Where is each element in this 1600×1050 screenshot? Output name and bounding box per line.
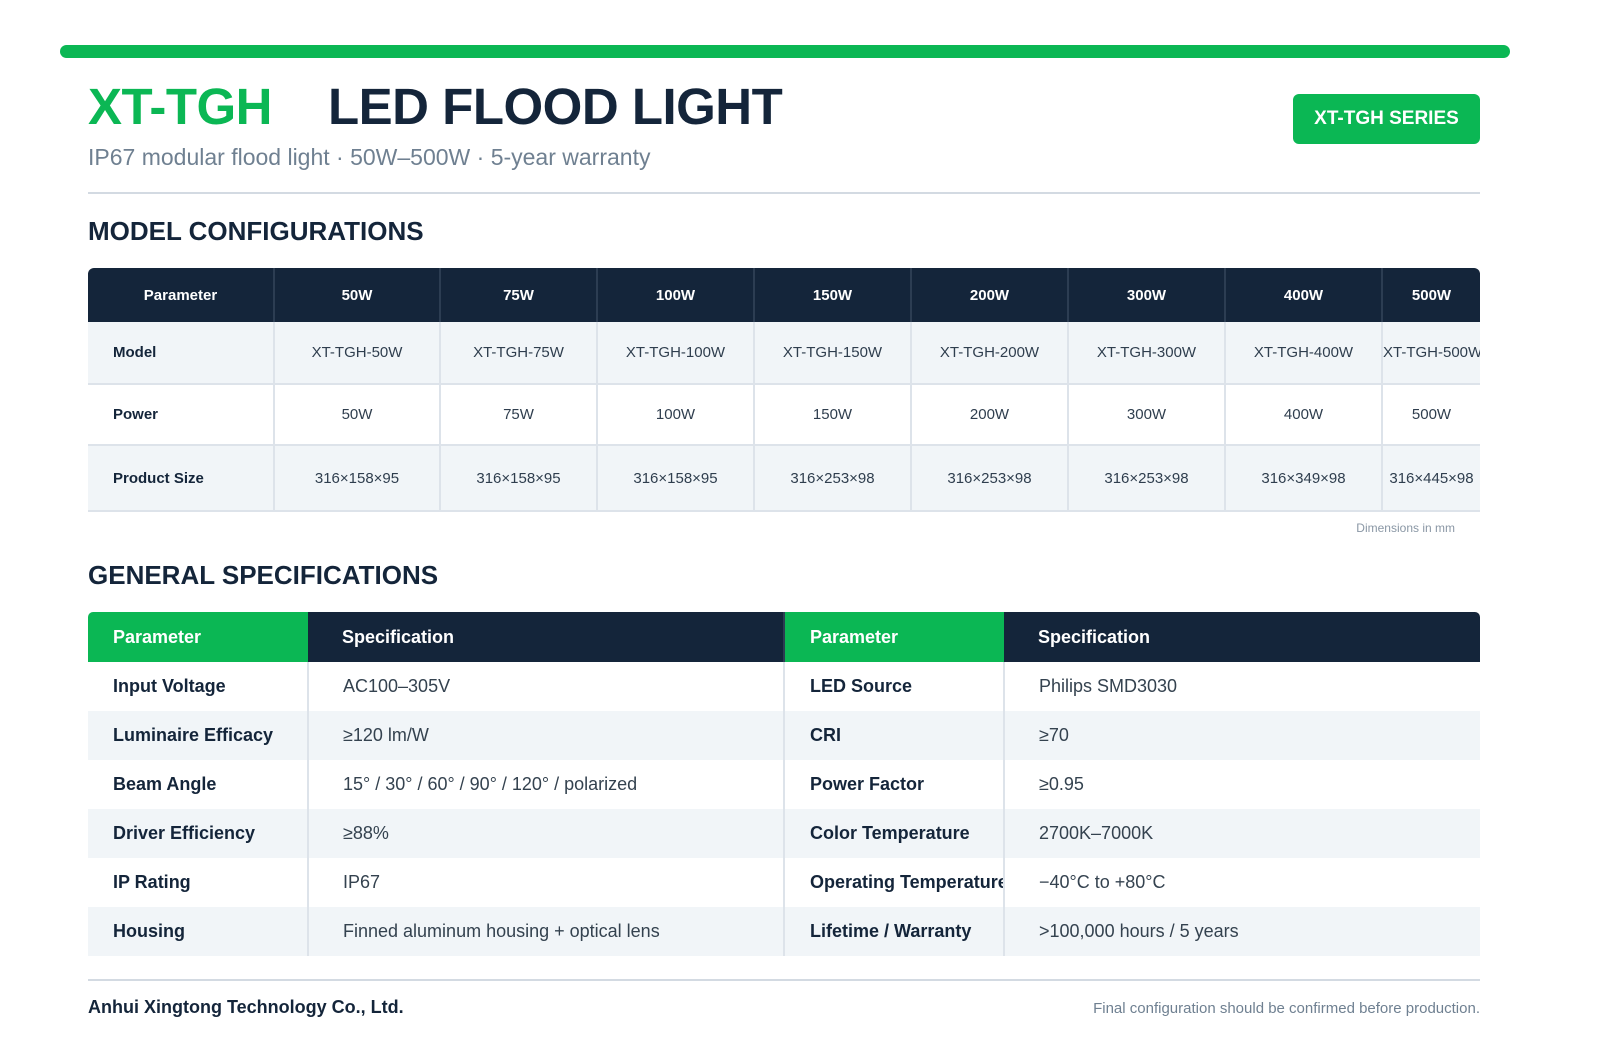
param-cell: CRI <box>783 711 1004 760</box>
column-header: 500W <box>1382 268 1480 322</box>
param-cell: Luminaire Efficacy <box>88 711 308 760</box>
table-row: Beam Angle 15° / 30° / 60° / 90° / 120° … <box>88 760 1480 809</box>
general-section-title: GENERAL SPECIFICATIONS <box>88 560 439 590</box>
param-cell: Housing <box>88 907 308 956</box>
company-name: Anhui Xingtong Technology Co., Ltd. <box>88 997 404 1017</box>
table-cell: 316×253×98 <box>1068 445 1226 512</box>
column-header: Specification <box>1004 612 1480 662</box>
table-cell: 316×158×95 <box>274 445 441 512</box>
table-row: Luminaire Efficacy ≥120 lm/W CRI ≥70 <box>88 711 1480 760</box>
table-row: Driver Efficiency ≥88% Color Temperature… <box>88 809 1480 858</box>
table-cell: 316×349×98 <box>1225 445 1383 512</box>
spec-cell: ≥70 <box>1003 711 1480 760</box>
row-label: Product Size <box>88 445 275 512</box>
spec-cell: 15° / 30° / 60° / 90° / 120° / polarized <box>307 760 784 809</box>
spec-cell: >100,000 hours / 5 years <box>1003 907 1480 956</box>
param-cell: Lifetime / Warranty <box>783 907 1004 956</box>
param-cell: Operating Temperature <box>783 858 1004 907</box>
table-row: Housing Finned aluminum housing + optica… <box>88 907 1480 956</box>
general-specs-table: Parameter Specification Parameter Specif… <box>88 612 1480 956</box>
spec-cell: Finned aluminum housing + optical lens <box>307 907 784 956</box>
spec-cell: ≥88% <box>307 809 784 858</box>
spec-cell: 2700K–7000K <box>1003 809 1480 858</box>
column-header: Specification <box>308 612 784 662</box>
model-table-header: Parameter 50W 75W 100W 150W 200W 300W 40… <box>88 268 1480 322</box>
table-cell: 316×158×95 <box>597 445 755 512</box>
model-config-table: Parameter 50W 75W 100W 150W 200W 300W 40… <box>88 268 1480 512</box>
param-cell: LED Source <box>783 662 1004 711</box>
spec-cell: ≥120 lm/W <box>307 711 784 760</box>
table-cell: 316×158×95 <box>440 445 598 512</box>
row-label: Model <box>88 322 275 385</box>
table-cell: 316×445×98 <box>1382 445 1480 512</box>
page-header: XT-TGH LED FLOOD LIGHT IP67 modular flood… <box>88 78 1480 194</box>
table-row: Model XT-TGH-50W XT-TGH-75W XT-TGH-100W … <box>88 322 1480 385</box>
column-header: 300W <box>1068 268 1226 322</box>
table-cell: 300W <box>1068 384 1226 446</box>
table-row: Power 50W 75W 100W 150W 200W 300W 400W 5… <box>88 384 1480 446</box>
table-row: Input Voltage AC100–305V LED Source Phil… <box>88 662 1480 711</box>
footer-disclaimer: Final configuration should be confirmed … <box>1093 1000 1480 1017</box>
column-header: Parameter <box>783 612 1004 662</box>
param-cell: Driver Efficiency <box>88 809 308 858</box>
spec-cell: Philips SMD3030 <box>1003 662 1480 711</box>
table-cell: 150W <box>754 384 912 446</box>
spec-cell: ≥0.95 <box>1003 760 1480 809</box>
top-accent-bar <box>60 45 1510 58</box>
table-cell: XT-TGH-150W <box>754 322 912 385</box>
table-cell: 400W <box>1225 384 1383 446</box>
model-section-title: MODEL CONFIGURATIONS <box>88 216 424 246</box>
spec-cell: −40°C to +80°C <box>1003 858 1480 907</box>
table-row: Product Size 316×158×95 316×158×95 316×1… <box>88 445 1480 512</box>
param-cell: IP Rating <box>88 858 308 907</box>
specs-table-header: Parameter Specification Parameter Specif… <box>88 612 1480 662</box>
table-row: IP Rating IP67 Operating Temperature −40… <box>88 858 1480 907</box>
param-cell: Power Factor <box>783 760 1004 809</box>
page-subtitle: IP67 modular flood light · 50W–500W · 5-… <box>88 144 651 170</box>
row-label: Power <box>88 384 275 446</box>
table-cell: 316×253×98 <box>911 445 1069 512</box>
brand-name: XT-TGH <box>88 78 273 135</box>
table-cell: 50W <box>274 384 441 446</box>
param-cell: Input Voltage <box>88 662 308 711</box>
spec-cell: IP67 <box>307 858 784 907</box>
column-header: 50W <box>274 268 441 322</box>
param-cell: Beam Angle <box>88 760 308 809</box>
table-cell: XT-TGH-200W <box>911 322 1069 385</box>
table-cell: 200W <box>911 384 1069 446</box>
spec-cell: AC100–305V <box>307 662 784 711</box>
table-cell: 500W <box>1382 384 1480 446</box>
page-title: XT-TGH LED FLOOD LIGHT <box>88 78 1480 136</box>
column-header: Parameter <box>88 268 275 322</box>
dimensions-note: Dimensions in mm <box>1356 521 1455 535</box>
column-header: Parameter <box>88 612 308 662</box>
series-badge: XT-TGH SERIES <box>1293 94 1480 144</box>
param-cell: Color Temperature <box>783 809 1004 858</box>
table-cell: 100W <box>597 384 755 446</box>
table-cell: XT-TGH-50W <box>274 322 441 385</box>
column-header: 75W <box>440 268 598 322</box>
table-cell: XT-TGH-500W <box>1382 322 1480 385</box>
table-cell: XT-TGH-300W <box>1068 322 1226 385</box>
column-header: 100W <box>597 268 755 322</box>
page-footer: Anhui Xingtong Technology Co., Ltd. Fina… <box>88 979 1480 1039</box>
table-cell: XT-TGH-100W <box>597 322 755 385</box>
column-header: 150W <box>754 268 912 322</box>
table-cell: 75W <box>440 384 598 446</box>
product-name: LED FLOOD LIGHT <box>328 78 783 135</box>
table-cell: XT-TGH-75W <box>440 322 598 385</box>
table-cell: 316×253×98 <box>754 445 912 512</box>
column-header: 200W <box>911 268 1069 322</box>
column-header: 400W <box>1225 268 1383 322</box>
table-cell: XT-TGH-400W <box>1225 322 1383 385</box>
